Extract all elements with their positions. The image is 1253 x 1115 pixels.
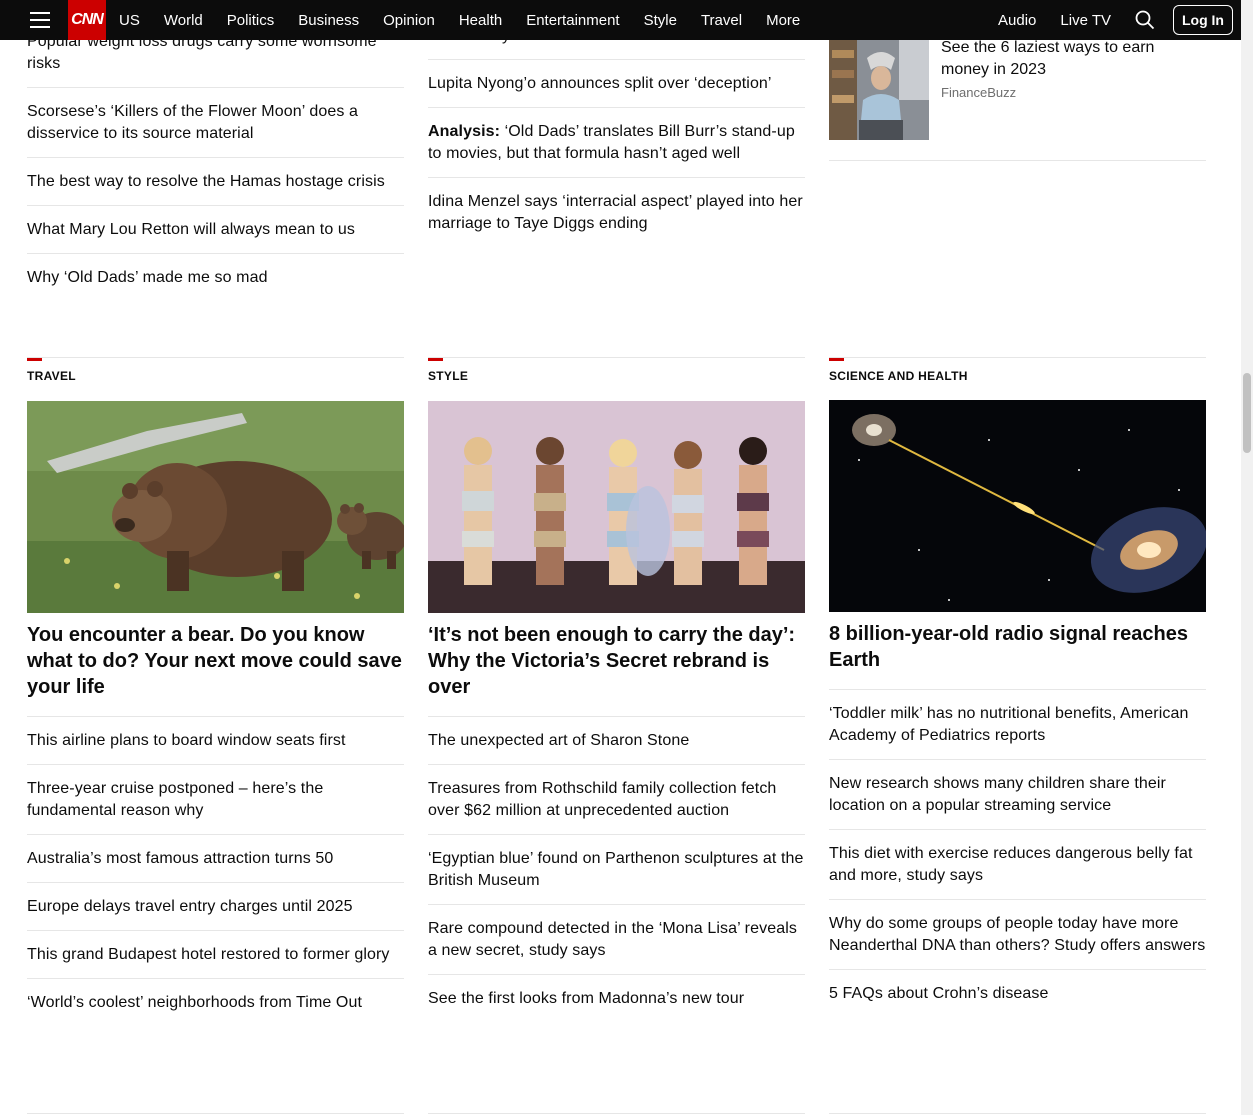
section-accent [829, 358, 844, 361]
section-accent [428, 358, 443, 361]
nav-link-business[interactable]: Business [298, 12, 359, 29]
divider [27, 1113, 404, 1114]
style-hero-image[interactable] [428, 401, 805, 613]
list-item[interactable]: Why ‘Old Dads’ made me so mad [27, 254, 404, 301]
ad-source: FinanceBuzz [941, 85, 1017, 100]
list-item[interactable]: This diet with exercise reduces dangerou… [829, 830, 1206, 900]
section-header-travel: TRAVEL [27, 357, 404, 383]
nav-links: US World Politics Business Opinion Healt… [119, 12, 824, 29]
nav-link-travel[interactable]: Travel [701, 12, 742, 29]
travel-hero-image[interactable] [27, 401, 404, 613]
list-item[interactable]: See the first looks from Madonna’s new t… [428, 975, 805, 1022]
science-column: 8 billion-year-old radio signal reaches … [829, 621, 1206, 1017]
section-title[interactable]: TRAVEL [27, 369, 404, 383]
list-item[interactable]: Idina Menzel says ‘interracial aspect’ p… [428, 178, 805, 247]
list-item[interactable]: Australia’s most famous attraction turns… [27, 835, 404, 883]
science-headline[interactable]: 8 billion-year-old radio signal reaches … [829, 621, 1206, 690]
scroll-thumb[interactable] [1243, 373, 1251, 453]
travel-column: You encounter a bear. Do you know what t… [27, 622, 404, 1026]
search-icon[interactable] [1135, 10, 1155, 30]
nav-link-more[interactable]: More [766, 12, 800, 29]
login-button[interactable]: Log In [1173, 5, 1233, 35]
page-scrollbar[interactable] [1241, 0, 1253, 1115]
divider [829, 160, 1206, 161]
menu-icon[interactable] [30, 12, 50, 28]
top-nav: CNN US World Politics Business Opinion H… [0, 0, 1241, 40]
section-title[interactable]: STYLE [428, 369, 805, 383]
ad-image[interactable] [829, 40, 929, 140]
list-item[interactable]: Scorsese’s ‘Killers of the Flower Moon’ … [27, 88, 404, 158]
analysis-label: Analysis: [428, 123, 501, 140]
nav-link-world[interactable]: World [164, 12, 203, 29]
cnn-logo[interactable]: CNN [68, 0, 106, 40]
section-header-style: STYLE [428, 357, 805, 383]
list-item[interactable]: ‘World’s coolest’ neighborhoods from Tim… [27, 979, 404, 1026]
style-headline[interactable]: ‘It’s not been enough to carry the day’:… [428, 622, 805, 717]
list-item[interactable]: ‘Egyptian blue’ found on Parthenon sculp… [428, 835, 805, 905]
list-item[interactable]: This airline plans to board window seats… [27, 717, 404, 765]
entertainment-list: authenticity to the film Lupita Nyong’o … [428, 17, 805, 247]
list-item[interactable]: Analysis: ‘Old Dads’ translates Bill Bur… [428, 108, 805, 178]
list-item[interactable]: 5 FAQs about Crohn’s disease [829, 970, 1206, 1017]
list-item[interactable]: What Mary Lou Retton will always mean to… [27, 206, 404, 254]
list-item[interactable]: ‘Toddler milk’ has no nutritional benefi… [829, 690, 1206, 760]
nav-right: Audio Live TV Log In [998, 0, 1241, 40]
list-item[interactable]: Lupita Nyong’o announces split over ‘dec… [428, 60, 805, 108]
nav-link-entertainment[interactable]: Entertainment [526, 12, 619, 29]
divider [829, 1113, 1206, 1114]
list-item[interactable]: Treasures from Rothschild family collect… [428, 765, 805, 835]
travel-headline[interactable]: You encounter a bear. Do you know what t… [27, 622, 404, 717]
list-item[interactable]: Three-year cruise postponed – here’s the… [27, 765, 404, 835]
list-item[interactable]: Europe delays travel entry charges until… [27, 883, 404, 931]
science-hero-image[interactable] [829, 400, 1206, 612]
nav-link-us[interactable]: US [119, 12, 140, 29]
list-item[interactable]: Why do some groups of people today have … [829, 900, 1206, 970]
nav-link-politics[interactable]: Politics [227, 12, 275, 29]
ad-title[interactable]: See the 6 laziest ways to earn money in … [941, 37, 1201, 81]
nav-link-live-tv[interactable]: Live TV [1060, 12, 1111, 29]
nav-link-opinion[interactable]: Opinion [383, 12, 435, 29]
list-item[interactable]: The best way to resolve the Hamas hostag… [27, 158, 404, 206]
nav-link-audio[interactable]: Audio [998, 12, 1036, 29]
section-header-science: SCIENCE AND HEALTH [829, 357, 1206, 383]
list-item[interactable]: Rare compound detected in the ‘Mona Lisa… [428, 905, 805, 975]
list-item[interactable]: This grand Budapest hotel restored to fo… [27, 931, 404, 979]
nav-link-style[interactable]: Style [644, 12, 677, 29]
list-item[interactable]: New research shows many children share t… [829, 760, 1206, 830]
opinion-list: Popular weight loss drugs carry some wor… [27, 18, 404, 301]
section-title[interactable]: SCIENCE AND HEALTH [829, 369, 1206, 383]
nav-link-health[interactable]: Health [459, 12, 502, 29]
list-item[interactable]: The unexpected art of Sharon Stone [428, 717, 805, 765]
divider [428, 1113, 805, 1114]
style-column: ‘It’s not been enough to carry the day’:… [428, 622, 805, 1022]
section-accent [27, 358, 42, 361]
